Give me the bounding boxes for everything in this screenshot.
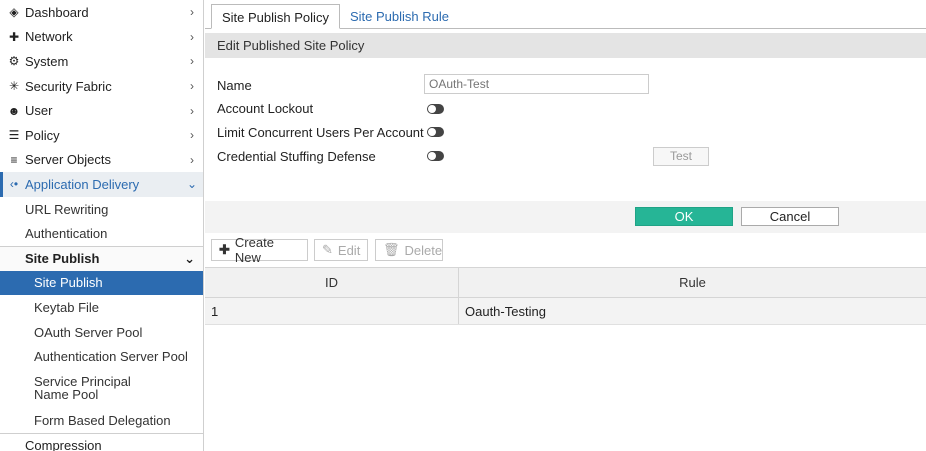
sidebar-item-server-objects[interactable]: ≡ Server Objects › (0, 148, 203, 173)
create-new-label: Create New (234, 235, 274, 265)
credential-stuffing-toggle[interactable] (427, 151, 444, 161)
cancel-button[interactable]: Cancel (741, 207, 839, 226)
sidebar-item-compression[interactable]: Compression (0, 432, 203, 451)
chevron-down-icon: ⌄ (184, 250, 195, 266)
chevron-right-icon: › (190, 128, 194, 143)
sidebar-item-oauth-server-pool[interactable]: OAuth Server Pool (0, 320, 203, 345)
limit-concurrent-users-label: Limit Concurrent Users Per Account (217, 124, 424, 140)
column-header-rule[interactable]: Rule (459, 268, 926, 297)
chevron-right-icon: › (190, 79, 194, 94)
limit-concurrent-users-toggle[interactable] (427, 127, 444, 137)
name-field[interactable] (424, 74, 649, 94)
sidebar-item-user[interactable]: ☻ User › (0, 98, 203, 123)
sidebar-item-label: Server Objects (25, 152, 111, 168)
account-lockout-label: Account Lockout (217, 100, 314, 116)
chevron-right-icon: › (190, 152, 194, 167)
sidebar-item-policy[interactable]: ☰ Policy › (0, 123, 203, 148)
sidebar-item-label: Security Fabric (25, 78, 112, 94)
sidebar: ◈ Dashboard › ✚ Network › ⚙ System › ✳ S… (0, 0, 204, 451)
sidebar-item-authentication[interactable]: Authentication (0, 221, 203, 246)
sidebar-item-keytab-file[interactable]: Keytab File (0, 295, 203, 320)
pencil-icon: ✎ (322, 242, 333, 257)
cell-id: 1 (205, 298, 459, 324)
sidebar-item-label: System (25, 53, 69, 69)
name-label: Name (217, 77, 252, 93)
edit-label: Edit (337, 242, 361, 258)
network-icon: ✚ (8, 29, 20, 44)
create-new-button[interactable]: ✚ Create New (211, 235, 308, 265)
delete-button[interactable]: 🗑 Delete (375, 239, 443, 261)
sidebar-item-label: Application Delivery (25, 176, 140, 192)
chevron-right-icon: › (190, 5, 194, 20)
edit-button[interactable]: ✎ Edit (314, 239, 368, 261)
credential-stuffing-label: Credential Stuffing Defense (217, 148, 376, 164)
sidebar-item-application-delivery[interactable]: ‹• Application Delivery ⌄ (0, 172, 203, 197)
chevron-right-icon: › (190, 29, 194, 44)
sidebar-item-authentication-server-pool[interactable]: Authentication Server Pool (0, 344, 203, 369)
sidebar-item-service-principal-name-pool[interactable]: Service Principal Name Pool (0, 369, 203, 408)
chevron-right-icon: › (190, 54, 194, 69)
sidebar-item-url-rewriting[interactable]: URL Rewriting (0, 197, 203, 222)
policy-icon: ☰ (8, 128, 20, 143)
section-title: Edit Published Site Policy (205, 33, 926, 58)
tab-bar: Site Publish Policy Site Publish Rule (211, 4, 459, 29)
rules-table: ID Rule 1 Oauth-Testing (205, 267, 926, 325)
sidebar-item-label: Network (25, 29, 73, 45)
chevron-down-icon: ⌄ (187, 177, 198, 192)
tab-site-publish-policy[interactable]: Site Publish Policy (211, 4, 340, 29)
sidebar-item-label: Policy (25, 127, 60, 143)
server-icon: ≡ (10, 152, 18, 167)
dashboard-icon: ◈ (9, 5, 19, 20)
account-lockout-toggle[interactable] (427, 104, 444, 114)
table-header: ID Rule (205, 267, 926, 298)
chevron-right-icon: › (190, 103, 194, 118)
sidebar-group-site-publish[interactable]: Site Publish ⌄ (0, 245, 203, 271)
ok-button[interactable]: OK (635, 207, 733, 226)
main-panel: Site Publish Policy Site Publish Rule Ed… (205, 0, 926, 451)
sidebar-item-security-fabric[interactable]: ✳ Security Fabric › (0, 74, 203, 99)
plus-icon: ✚ (219, 242, 230, 257)
sidebar-item-form-based-delegation[interactable]: Form Based Delegation (0, 408, 203, 433)
user-icon: ☻ (7, 103, 21, 118)
sidebar-item-dashboard[interactable]: ◈ Dashboard › (0, 0, 203, 25)
trash-icon: 🗑 (383, 242, 400, 257)
application-delivery-icon: ‹• (9, 177, 19, 192)
sidebar-item-network[interactable]: ✚ Network › (0, 25, 203, 50)
test-button[interactable]: Test (653, 147, 709, 166)
tab-site-publish-rule[interactable]: Site Publish Rule (340, 4, 459, 29)
sidebar-item-label: Compression (25, 437, 102, 451)
sidebar-group-label: Site Publish (25, 251, 100, 267)
gear-icon: ⚙ (8, 54, 20, 69)
sidebar-item-site-publish[interactable]: Site Publish (0, 270, 203, 296)
table-row[interactable]: 1 Oauth-Testing (205, 298, 926, 325)
security-fabric-icon: ✳ (8, 79, 20, 94)
sidebar-item-system[interactable]: ⚙ System › (0, 49, 203, 74)
cell-rule: Oauth-Testing (465, 304, 546, 319)
column-header-id[interactable]: ID (205, 268, 459, 297)
delete-label: Delete (404, 242, 443, 258)
sidebar-item-label: User (25, 103, 53, 119)
sidebar-item-label: Dashboard (25, 4, 89, 20)
